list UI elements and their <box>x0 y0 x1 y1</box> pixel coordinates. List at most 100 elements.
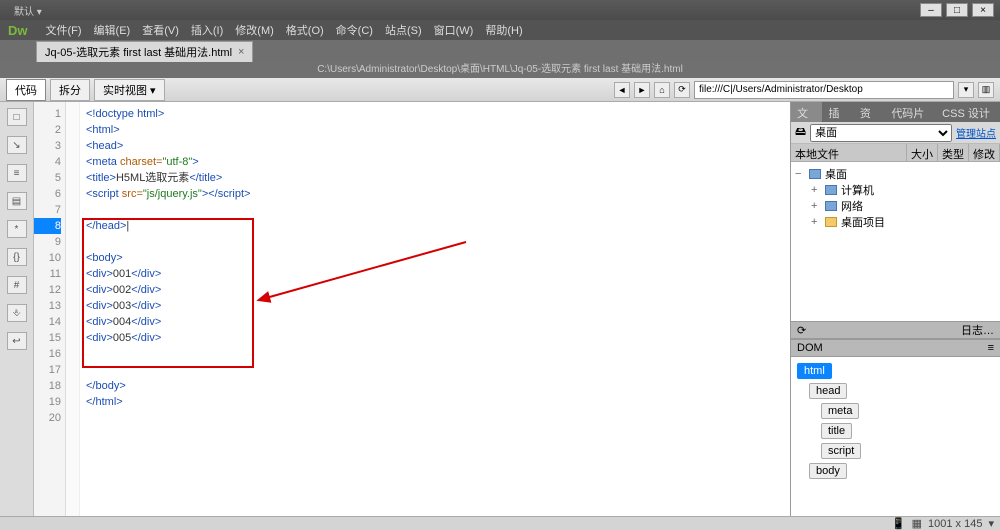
dom-node[interactable]: script <box>821 443 861 459</box>
code-line[interactable]: </html> <box>86 394 790 410</box>
code-line[interactable]: <script src="js/jquery.js"></script> <box>86 186 790 202</box>
menu-window[interactable]: 窗口(W) <box>434 22 474 38</box>
line-number: 3 <box>34 138 61 154</box>
tree-node[interactable]: −桌面 <box>795 166 996 182</box>
code-line[interactable]: <meta charset="utf-8"> <box>86 154 790 170</box>
code-line[interactable] <box>86 362 790 378</box>
tree-node[interactable]: +桌面项目 <box>795 214 996 230</box>
open-docs-icon[interactable]: □ <box>7 108 27 126</box>
code-line[interactable]: <body> <box>86 250 790 266</box>
code-line[interactable]: <head> <box>86 138 790 154</box>
address-dropdown-icon[interactable]: ▾ <box>958 82 974 98</box>
panel-tabs: 文件 插入 资源 代码片断 CSS 设计器 <box>791 102 1000 122</box>
manage-sites-link[interactable]: 管理站点 <box>956 125 996 140</box>
line-number: 20 <box>34 410 61 426</box>
menu-bar: Dw 文件(F) 编辑(E) 查看(V) 插入(I) 修改(M) 格式(O) 命… <box>0 20 1000 40</box>
code-editor[interactable]: 1234567891011121314151617181920 <!doctyp… <box>34 102 790 516</box>
menu-file[interactable]: 文件(F) <box>46 22 82 38</box>
menu-modify[interactable]: 修改(M) <box>235 22 274 38</box>
dom-node[interactable]: html <box>797 363 832 379</box>
site-select[interactable]: 桌面 <box>810 124 952 142</box>
code-line[interactable]: </head>| <box>86 218 790 234</box>
code-line[interactable]: <div>001</div> <box>86 266 790 282</box>
document-tab-bar: Jq-05-选取元素 first last 基础用法.html × <box>0 40 1000 62</box>
layout-mode[interactable]: 默认 ▾ <box>14 3 42 18</box>
code-line[interactable]: <div>002</div> <box>86 282 790 298</box>
line-number: 6 <box>34 186 61 202</box>
menu-insert[interactable]: 插入(I) <box>191 22 223 38</box>
dom-node[interactable]: body <box>809 463 847 479</box>
code-area[interactable]: <!doctype html><html><head><meta charset… <box>80 102 790 516</box>
select-parent-icon[interactable]: * <box>7 220 27 238</box>
highlight-icon[interactable]: ⎀ <box>7 304 27 322</box>
expand-icon[interactable]: ▤ <box>7 192 27 210</box>
code-line[interactable]: <div>004</div> <box>86 314 790 330</box>
tab-close-icon[interactable]: × <box>238 46 244 58</box>
line-number: 7 <box>34 202 61 218</box>
menu-format[interactable]: 格式(O) <box>286 22 324 38</box>
panel-tab-insert[interactable]: 插入 <box>822 102 853 122</box>
line-number: 15 <box>34 330 61 346</box>
chevron-down-icon[interactable]: ▾ <box>988 517 994 530</box>
nav-home-icon[interactable]: ⌂ <box>654 82 670 98</box>
code-line[interactable]: <div>005</div> <box>86 330 790 346</box>
menu-view[interactable]: 查看(V) <box>142 22 179 38</box>
panel-tab-files[interactable]: 文件 <box>791 102 822 122</box>
code-line[interactable] <box>86 410 790 426</box>
line-numbers-icon[interactable]: # <box>7 276 27 294</box>
code-toolbar: □ ↘ ≡ ▤ * {} # ⎀ ↩ <box>0 102 34 516</box>
maximize-button[interactable]: □ <box>946 3 968 17</box>
col-size: 大小 <box>907 144 938 161</box>
code-line[interactable] <box>86 202 790 218</box>
wrap-icon[interactable]: ↩ <box>7 332 27 350</box>
line-number: 4 <box>34 154 61 170</box>
log-section[interactable]: ⟳ 日志… <box>791 321 1000 339</box>
menu-edit[interactable]: 编辑(E) <box>94 22 131 38</box>
tree-node[interactable]: +计算机 <box>795 182 996 198</box>
minimize-button[interactable]: – <box>920 3 942 17</box>
menu-help[interactable]: 帮助(H) <box>485 22 522 38</box>
line-number: 8 <box>34 218 61 234</box>
view-code-button[interactable]: 代码 <box>6 79 46 101</box>
panel-tab-css[interactable]: CSS 设计器 <box>936 102 1000 122</box>
line-number: 10 <box>34 250 61 266</box>
tree-node[interactable]: +网络 <box>795 198 996 214</box>
panel-tab-snippets[interactable]: 代码片断 <box>885 102 936 122</box>
collapse-icon[interactable]: ≡ <box>7 164 27 182</box>
line-number: 5 <box>34 170 61 186</box>
nav-forward-icon[interactable]: ► <box>634 82 650 98</box>
phone-icon[interactable]: 📱 <box>892 517 906 530</box>
code-line[interactable]: <div>003</div> <box>86 298 790 314</box>
nav-back-icon[interactable]: ◄ <box>614 82 630 98</box>
menu-commands[interactable]: 命令(C) <box>336 22 373 38</box>
grid-icon[interactable]: ▦ <box>912 517 922 530</box>
settings-icon[interactable]: ▥ <box>978 82 994 98</box>
code-line[interactable] <box>86 346 790 362</box>
dom-node[interactable]: meta <box>821 403 859 419</box>
arrow-icon[interactable]: ↘ <box>7 136 27 154</box>
document-tab[interactable]: Jq-05-选取元素 first last 基础用法.html × <box>36 41 253 62</box>
view-split-button[interactable]: 拆分 <box>50 79 90 101</box>
code-line[interactable]: </body> <box>86 378 790 394</box>
refresh-icon[interactable]: ⟳ <box>674 82 690 98</box>
menu-site[interactable]: 站点(S) <box>385 22 422 38</box>
panel-tab-assets[interactable]: 资源 <box>854 102 885 122</box>
dom-section-header[interactable]: DOM≡ <box>791 339 1000 357</box>
col-local: 本地文件 <box>791 144 907 161</box>
close-button[interactable]: × <box>972 3 994 17</box>
dom-panel[interactable]: html head meta title script body <box>791 357 1000 516</box>
line-number: 9 <box>34 234 61 250</box>
file-tree[interactable]: −桌面+计算机+网络+桌面项目 <box>791 162 1000 321</box>
code-line[interactable]: <!doctype html> <box>86 106 790 122</box>
balance-icon[interactable]: {} <box>7 248 27 266</box>
code-line[interactable]: <html> <box>86 122 790 138</box>
code-line[interactable]: <title>H5ML选取元素</title> <box>86 170 790 186</box>
dom-node[interactable]: head <box>809 383 847 399</box>
address-input[interactable] <box>694 81 954 99</box>
line-number: 2 <box>34 122 61 138</box>
disk-icon: 🖴 <box>795 123 806 142</box>
dom-node[interactable]: title <box>821 423 852 439</box>
file-columns: 本地文件 大小 类型 修改 <box>791 144 1000 162</box>
view-live-button[interactable]: 实时视图 ▾ <box>94 79 165 101</box>
code-line[interactable] <box>86 234 790 250</box>
